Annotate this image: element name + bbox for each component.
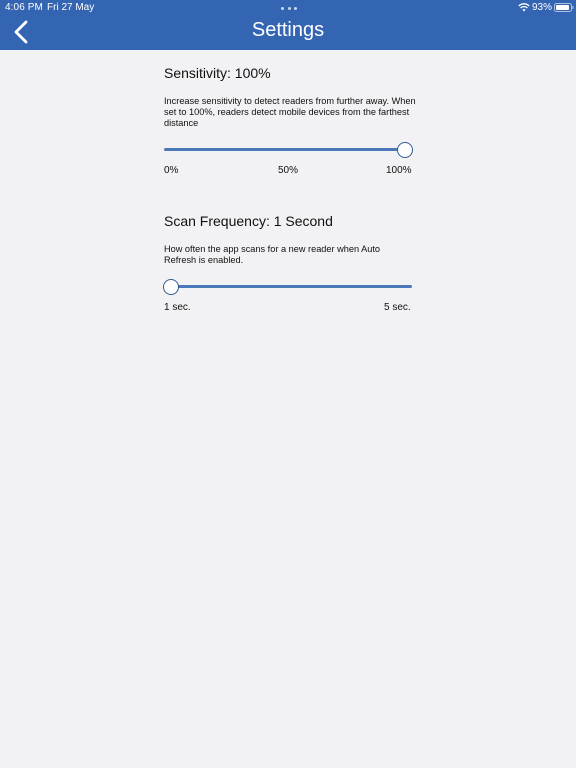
sensitivity-description: Increase sensitivity to detect readers f… <box>164 96 416 128</box>
scan-frequency-title: Scan Frequency: 1 Second <box>164 213 333 229</box>
sensitivity-mid-label: 50% <box>278 165 299 176</box>
sensitivity-min-label: 0% <box>164 165 179 176</box>
battery-percentage: 93% <box>532 2 553 13</box>
scan-frequency-max-label: 5 sec. <box>384 302 411 313</box>
sensitivity-slider[interactable] <box>164 140 413 160</box>
sensitivity-max-label: 100% <box>386 165 412 176</box>
scan-frequency-description: How often the app scans for a new reader… <box>164 244 381 265</box>
battery-icon <box>554 3 574 12</box>
status-time: 4:06 PM <box>5 2 43 13</box>
top-bar: 4:06 PM Fri 27 May 93% Settings <box>0 0 576 50</box>
sensitivity-slider-track[interactable] <box>164 148 412 151</box>
scan-frequency-min-label: 1 sec. <box>164 302 191 313</box>
status-date: Fri 27 May <box>47 2 95 13</box>
scan-frequency-slider-thumb[interactable] <box>163 279 179 295</box>
sensitivity-slider-thumb[interactable] <box>397 142 413 158</box>
multitasking-dots-icon[interactable] <box>281 7 297 11</box>
wifi-icon <box>518 3 530 12</box>
sensitivity-title: Sensitivity: 100% <box>164 65 271 81</box>
scan-frequency-slider-track[interactable] <box>164 285 412 288</box>
scan-frequency-slider[interactable] <box>163 277 412 297</box>
page-title: Settings <box>251 19 325 41</box>
